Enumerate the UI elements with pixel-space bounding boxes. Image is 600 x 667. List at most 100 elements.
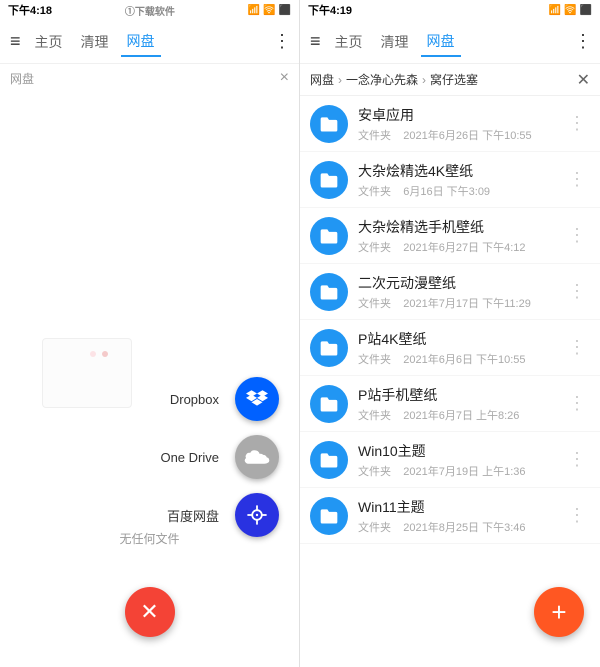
left-main-content: 无任何文件 Dropbox One Drive xyxy=(0,92,299,667)
onedrive-label: One Drive xyxy=(152,447,227,468)
file-date-6: 2021年7月19日 上午1:36 xyxy=(403,466,525,478)
file-meta-2: 文件夹 2021年6月27日 下午4:12 xyxy=(358,239,554,255)
file-name-2: 大杂烩精选手机壁纸 xyxy=(358,217,554,237)
folder-icon-1 xyxy=(310,161,348,199)
folder-icon-5 xyxy=(310,385,348,423)
right-tab-home[interactable]: 主页 xyxy=(329,28,369,56)
file-meta-6: 文件夹 2021年7月19日 上午1:36 xyxy=(358,463,554,479)
file-name-4: P站4K壁纸 xyxy=(358,329,554,349)
baidu-option[interactable]: 百度网盘 xyxy=(159,493,279,537)
file-more-7[interactable]: ⋮ xyxy=(564,501,590,530)
onedrive-icon xyxy=(244,448,270,466)
file-name-1: 大杂烩精选4K壁纸 xyxy=(358,161,554,181)
right-breadcrumb-close[interactable]: ✕ xyxy=(577,70,590,90)
breadcrumb-cloud[interactable]: 网盘 xyxy=(310,71,334,88)
right-tab-clean[interactable]: 清理 xyxy=(375,28,415,56)
file-date-4: 2021年6月6日 下午10:55 xyxy=(403,354,525,366)
left-menu-icon[interactable]: ≡ xyxy=(8,29,23,54)
file-date-0: 2021年6月26日 下午10:55 xyxy=(403,130,531,142)
table-row[interactable]: P站4K壁纸 文件夹 2021年6月6日 下午10:55 ⋮ xyxy=(300,320,600,376)
baidu-button[interactable] xyxy=(235,493,279,537)
left-more-icon[interactable]: ⋮ xyxy=(273,31,291,52)
file-more-3[interactable]: ⋮ xyxy=(564,277,590,306)
file-type-5: 文件夹 xyxy=(358,410,391,422)
dropbox-option[interactable]: Dropbox xyxy=(162,377,279,421)
signal-icon: 📶 xyxy=(248,5,260,16)
breadcrumb-sep-1: › xyxy=(338,73,342,87)
file-meta-4: 文件夹 2021年6月6日 下午10:55 xyxy=(358,351,554,367)
file-info-0: 安卓应用 文件夹 2021年6月26日 下午10:55 xyxy=(358,105,554,143)
file-info-7: Win11主题 文件夹 2021年8月25日 下午3:46 xyxy=(358,497,554,535)
file-date-5: 2021年6月7日 上午8:26 xyxy=(403,410,519,422)
right-more-icon[interactable]: ⋮ xyxy=(574,31,592,52)
file-info-4: P站4K壁纸 文件夹 2021年6月6日 下午10:55 xyxy=(358,329,554,367)
file-more-4[interactable]: ⋮ xyxy=(564,333,590,362)
battery-icon: ⬛ xyxy=(279,5,291,16)
folder-icon-3 xyxy=(310,273,348,311)
file-name-7: Win11主题 xyxy=(358,497,554,517)
file-name-0: 安卓应用 xyxy=(358,105,554,125)
right-status-bar: 下午4:19 📶 🛜 ⬛ xyxy=(300,0,600,20)
right-wifi-icon: 🛜 xyxy=(564,5,576,16)
left-close-button[interactable]: × xyxy=(280,69,289,87)
file-info-3: 二次元动漫壁纸 文件夹 2021年7月17日 下午11:29 xyxy=(358,273,554,311)
onedrive-option[interactable]: One Drive xyxy=(152,435,279,479)
file-info-2: 大杂烩精选手机壁纸 文件夹 2021年6月27日 下午4:12 xyxy=(358,217,554,255)
empty-image xyxy=(42,338,132,408)
breadcrumb-user[interactable]: 一念净心先森 xyxy=(346,71,418,88)
file-date-7: 2021年8月25日 下午3:46 xyxy=(403,522,525,534)
file-list: 安卓应用 文件夹 2021年6月26日 下午10:55 ⋮ 大杂烩精选4K壁纸 … xyxy=(300,96,600,667)
file-more-2[interactable]: ⋮ xyxy=(564,221,590,250)
right-tab-cloud[interactable]: 网盘 xyxy=(421,27,461,57)
folder-icon-0 xyxy=(310,105,348,143)
table-row[interactable]: 大杂烩精选4K壁纸 文件夹 6月16日 下午3:09 ⋮ xyxy=(300,152,600,208)
table-row[interactable]: 大杂烩精选手机壁纸 文件夹 2021年6月27日 下午4:12 ⋮ xyxy=(300,208,600,264)
right-battery-icon: ⬛ xyxy=(580,5,592,16)
left-tab-home[interactable]: 主页 xyxy=(29,28,69,56)
file-info-6: Win10主题 文件夹 2021年7月19日 上午1:36 xyxy=(358,441,554,479)
onedrive-button[interactable] xyxy=(235,435,279,479)
file-meta-1: 文件夹 6月16日 下午3:09 xyxy=(358,183,554,199)
file-more-1[interactable]: ⋮ xyxy=(564,165,590,194)
left-status-icons: 📶 🛜 ⬛ xyxy=(248,5,291,16)
file-date-2: 2021年6月27日 下午4:12 xyxy=(403,242,525,254)
right-panel: 下午4:19 📶 🛜 ⬛ ≡ 主页 清理 网盘 ⋮ 网盘 › 一念净心先森 › … xyxy=(300,0,600,667)
file-type-4: 文件夹 xyxy=(358,354,391,366)
file-more-5[interactable]: ⋮ xyxy=(564,389,590,418)
baidu-icon xyxy=(245,503,269,527)
table-row[interactable]: Win11主题 文件夹 2021年8月25日 下午3:46 ⋮ xyxy=(300,488,600,544)
table-row[interactable]: 安卓应用 文件夹 2021年6月26日 下午10:55 ⋮ xyxy=(300,96,600,152)
file-date-1: 6月16日 下午3:09 xyxy=(403,186,490,198)
file-more-6[interactable]: ⋮ xyxy=(564,445,590,474)
dropbox-label: Dropbox xyxy=(162,389,227,410)
right-time: 下午4:19 xyxy=(308,2,352,18)
table-row[interactable]: Win10主题 文件夹 2021年7月19日 上午1:36 ⋮ xyxy=(300,432,600,488)
left-status-bar: 下午4:18 ①下载软件 📶 🛜 ⬛ xyxy=(0,0,299,20)
file-name-6: Win10主题 xyxy=(358,441,554,461)
right-fab-add[interactable]: + xyxy=(534,587,584,637)
left-top-nav: ≡ 主页 清理 网盘 ⋮ xyxy=(0,20,299,64)
right-signal-icon: 📶 xyxy=(549,5,561,16)
left-panel: 下午4:18 ①下载软件 📶 🛜 ⬛ ≡ 主页 清理 网盘 ⋮ 网盘 × 无任何… xyxy=(0,0,300,667)
file-type-6: 文件夹 xyxy=(358,466,391,478)
table-row[interactable]: 二次元动漫壁纸 文件夹 2021年7月17日 下午11:29 ⋮ xyxy=(300,264,600,320)
file-info-1: 大杂烩精选4K壁纸 文件夹 6月16日 下午3:09 xyxy=(358,161,554,199)
cloud-services-list: Dropbox One Drive xyxy=(152,377,279,537)
file-more-0[interactable]: ⋮ xyxy=(564,109,590,138)
left-breadcrumb-bar: 网盘 × xyxy=(0,64,299,92)
table-row[interactable]: P站手机壁纸 文件夹 2021年6月7日 上午8:26 ⋮ xyxy=(300,376,600,432)
left-tab-clean[interactable]: 清理 xyxy=(75,28,115,56)
file-type-0: 文件夹 xyxy=(358,130,391,142)
folder-icon-6 xyxy=(310,441,348,479)
file-date-3: 2021年7月17日 下午11:29 xyxy=(403,298,531,310)
file-meta-0: 文件夹 2021年6月26日 下午10:55 xyxy=(358,127,554,143)
left-breadcrumb-text: 网盘 xyxy=(10,70,34,87)
left-fab-cancel[interactable]: ✕ xyxy=(125,587,175,637)
right-breadcrumb: 网盘 › 一念净心先森 › 窝仔选塞 ✕ xyxy=(300,64,600,96)
baidu-label: 百度网盘 xyxy=(159,503,227,528)
folder-icon-2 xyxy=(310,217,348,255)
wifi-icon: 🛜 xyxy=(263,5,275,16)
right-menu-icon[interactable]: ≡ xyxy=(308,29,323,54)
dropbox-button[interactable] xyxy=(235,377,279,421)
left-tab-cloud[interactable]: 网盘 xyxy=(121,27,161,57)
